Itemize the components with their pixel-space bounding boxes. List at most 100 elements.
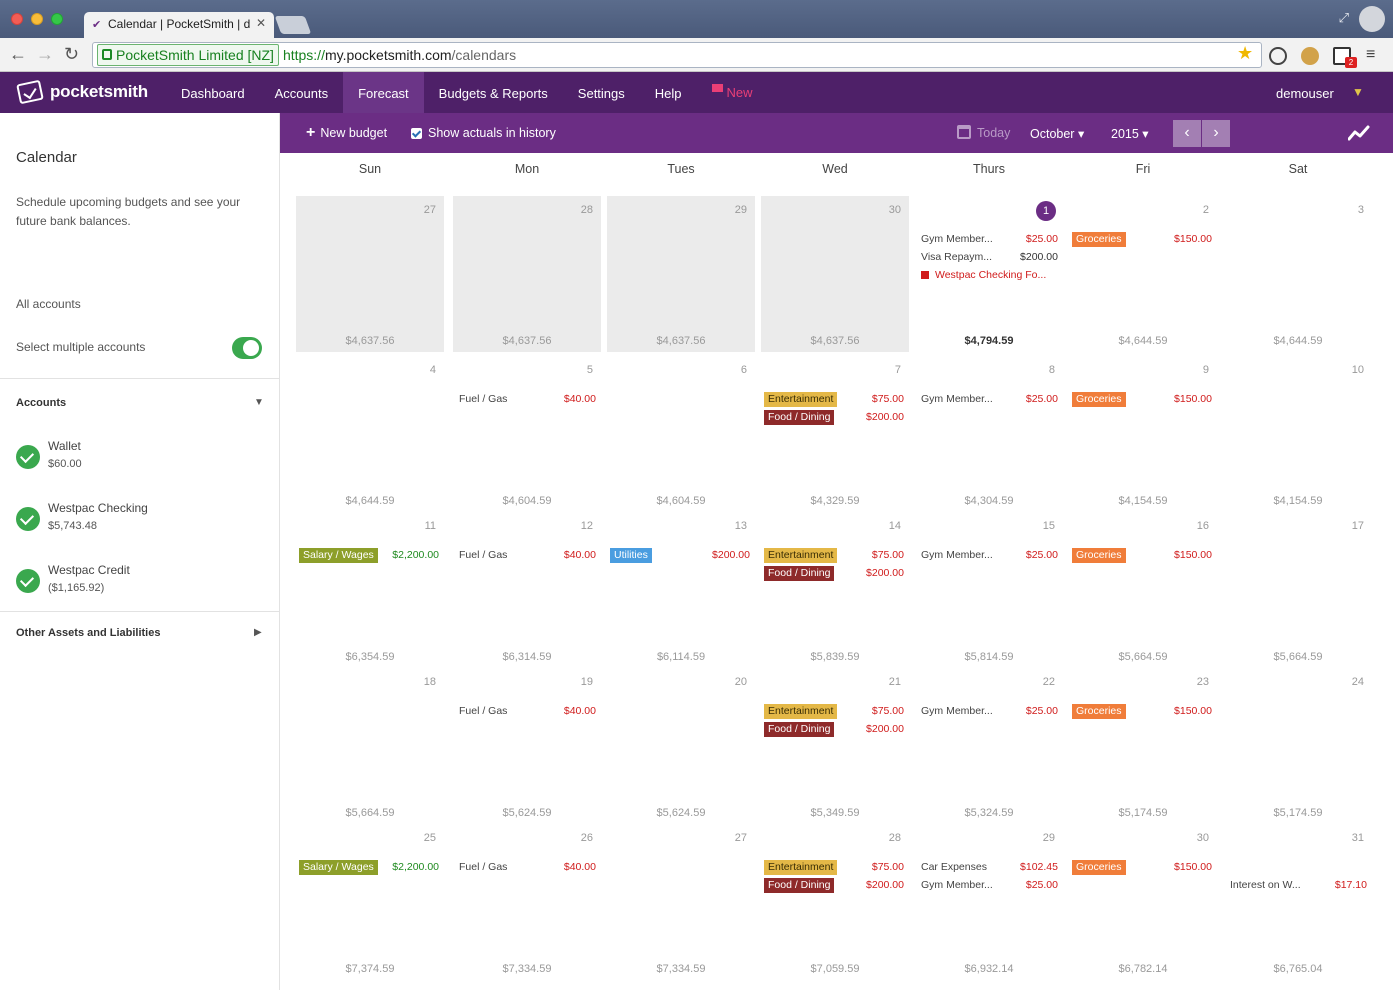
budget-event[interactable]: Groceries $150.00 [1072,392,1214,407]
budget-event[interactable]: Entertainment $75.00 [764,704,906,719]
budget-event[interactable]: Groceries $150.00 [1072,860,1214,875]
budget-event[interactable]: Salary / Wages $2,200.00 [299,860,441,875]
budget-event[interactable]: Utilities $200.00 [610,548,752,563]
calendar-day-cell[interactable]: 7 Entertainment $75.00 Food / Dining $200.00… [761,356,909,512]
extension-cookie-icon[interactable] [1301,47,1319,65]
budget-event[interactable]: Fuel / Gas $40.00 [456,392,598,407]
calendar-day-cell[interactable]: 24 $5,174.59 [1224,668,1372,824]
close-window-button[interactable] [11,13,23,25]
calendar-day-cell[interactable]: 29 $4,637.56 [607,196,755,352]
new-tab-button[interactable] [274,16,312,34]
calendar-day-cell[interactable]: 13 Utilities $200.00 $6,114.59 [607,512,755,668]
calendar-day-cell[interactable]: 31 Interest on W... $17.10 $6,765.04 [1224,824,1372,980]
calendar-day-cell[interactable]: 9 Groceries $150.00 $4,154.59 [1069,356,1217,512]
nav-new[interactable]: New [697,72,768,113]
calendar-day-cell[interactable]: 22 Gym Member... $25.00 $5,324.59 [915,668,1063,824]
calendar-day-cell[interactable]: 14 Entertainment $75.00 Food / Dining $200.0… [761,512,909,668]
calendar-day-cell[interactable]: 12 Fuel / Gas $40.00 $6,314.59 [453,512,601,668]
budget-event[interactable]: Gym Member... $25.00 [918,704,1060,719]
calendar-day-cell[interactable]: 27 $7,334.59 [607,824,755,980]
budget-event[interactable]: Visa Repaym... $200.00 [918,250,1060,265]
ev-certificate-badge[interactable]: PocketSmith Limited [NZ] [97,44,279,66]
budget-event[interactable]: Food / Dining $200.00 [764,410,906,425]
tab-close-icon[interactable]: ✕ [256,16,266,30]
fullscreen-icon[interactable]: ⤢ [1339,10,1349,26]
next-month-button[interactable]: › [1202,120,1230,147]
minimize-window-button[interactable] [31,13,43,25]
today-button[interactable]: Today [957,125,1010,140]
user-menu[interactable]: demouser [1276,86,1334,101]
accounts-heading[interactable]: Accounts [16,397,66,409]
budget-event[interactable]: Entertainment $75.00 [764,860,906,875]
budget-event[interactable]: Food / Dining $200.00 [764,566,906,581]
calendar-day-cell[interactable]: 5 Fuel / Gas $40.00 $4,604.59 [453,356,601,512]
calendar-day-cell[interactable]: 2 Groceries $150.00 $4,644.59 [1069,196,1217,352]
calendar-day-cell[interactable]: 20 $5,624.59 [607,668,755,824]
budget-event[interactable]: Salary / Wages $2,200.00 [299,548,441,563]
budget-event[interactable]: Gym Member... $25.00 [918,232,1060,247]
account-westpac-checking[interactable]: Westpac Checking $5,743.48 [16,501,266,541]
calendar-day-cell[interactable]: 1 Gym Member... $25.00 Visa Repaym... $200.0… [915,196,1063,352]
calendar-day-cell[interactable]: 26 Fuel / Gas $40.00 $7,334.59 [453,824,601,980]
back-arrow-icon[interactable]: ← [9,44,27,65]
calendar-day-cell[interactable]: 19 Fuel / Gas $40.00 $5,624.59 [453,668,601,824]
forward-arrow-icon[interactable]: → [36,44,54,65]
budget-event[interactable]: Fuel / Gas $40.00 [456,860,598,875]
calendar-day-cell[interactable]: 25 Salary / Wages $2,200.00 $7,374.59 [296,824,444,980]
trend-chart-icon[interactable] [1348,124,1370,142]
budget-event[interactable]: Groceries $150.00 [1072,704,1214,719]
all-accounts-link[interactable]: All accounts [16,297,81,311]
nav-settings[interactable]: Settings [563,72,640,113]
budget-event[interactable]: Groceries $150.00 [1072,232,1214,247]
account-wallet[interactable]: Wallet $60.00 [16,439,266,479]
caret-down-icon[interactable]: ▼ [254,397,264,408]
bookmark-star-icon[interactable]: ★ [1237,43,1253,64]
calendar-day-cell[interactable]: 27 $4,637.56 [296,196,444,352]
budget-event[interactable]: Entertainment $75.00 [764,548,906,563]
browser-menu-icon[interactable]: ≡ [1366,46,1375,64]
calendar-day-cell[interactable]: 30 $4,637.56 [761,196,909,352]
calendar-day-cell[interactable]: 4 $4,644.59 [296,356,444,512]
calendar-day-cell[interactable]: 29 Car Expenses $102.45 Gym Member... $25.00… [915,824,1063,980]
budget-event[interactable]: Groceries $150.00 [1072,548,1214,563]
show-actuals-checkbox[interactable]: Show actuals in history [411,126,556,140]
calendar-day-cell[interactable]: 8 Gym Member... $25.00 $4,304.59 [915,356,1063,512]
nav-dashboard[interactable]: Dashboard [166,72,260,113]
budget-event[interactable]: Interest on W... $17.10 [1227,878,1369,893]
calendar-day-cell[interactable]: 17 $5,664.59 [1224,512,1372,668]
calendar-day-cell[interactable]: 28 $4,637.56 [453,196,601,352]
reload-icon[interactable]: ↻ [64,44,79,65]
budget-event[interactable]: Food / Dining $200.00 [764,722,906,737]
budget-event[interactable]: Fuel / Gas $40.00 [456,548,598,563]
month-select[interactable]: October ▾ [1030,126,1084,141]
calendar-day-cell[interactable]: 3 $4,644.59 [1224,196,1372,352]
year-select[interactable]: 2015 ▾ [1111,126,1149,141]
calendar-day-cell[interactable]: 10 $4,154.59 [1224,356,1372,512]
budget-event[interactable]: Food / Dining $200.00 [764,878,906,893]
budget-event[interactable]: Gym Member... $25.00 [918,392,1060,407]
budget-event[interactable]: Westpac Checking Fo... [918,268,1060,283]
calendar-day-cell[interactable]: 30 Groceries $150.00 $6,782.14 [1069,824,1217,980]
budget-event[interactable]: Fuel / Gas $40.00 [456,704,598,719]
profile-avatar-icon[interactable] [1359,6,1385,32]
new-budget-button[interactable]: + New budget [306,125,387,141]
pocketsmith-logo[interactable]: pocketsmith [16,79,148,105]
calendar-day-cell[interactable]: 18 $5,664.59 [296,668,444,824]
budget-event[interactable]: Gym Member... $25.00 [918,548,1060,563]
nav-budgets-reports[interactable]: Budgets & Reports [424,72,563,113]
nav-help[interactable]: Help [640,72,697,113]
calendar-day-cell[interactable]: 28 Entertainment $75.00 Food / Dining $200.0… [761,824,909,980]
zoom-window-button[interactable] [51,13,63,25]
browser-tab[interactable]: ✔ Calendar | PocketSmith | d ✕ [84,12,274,38]
other-assets-heading[interactable]: Other Assets and Liabilities [16,627,160,639]
calendar-day-cell[interactable]: 16 Groceries $150.00 $5,664.59 [1069,512,1217,668]
select-multiple-toggle[interactable] [232,337,262,359]
chevron-down-icon[interactable]: ▼ [1352,85,1364,99]
extension-info-icon[interactable] [1269,47,1287,65]
previous-month-button[interactable]: ‹ [1173,120,1201,147]
account-westpac-credit[interactable]: Westpac Credit ($1,165.92) [16,563,266,603]
budget-event[interactable]: Entertainment $75.00 [764,392,906,407]
calendar-day-cell[interactable]: 21 Entertainment $75.00 Food / Dining $200.0… [761,668,909,824]
budget-event[interactable]: Car Expenses $102.45 [918,860,1060,875]
nav-accounts[interactable]: Accounts [260,72,343,113]
